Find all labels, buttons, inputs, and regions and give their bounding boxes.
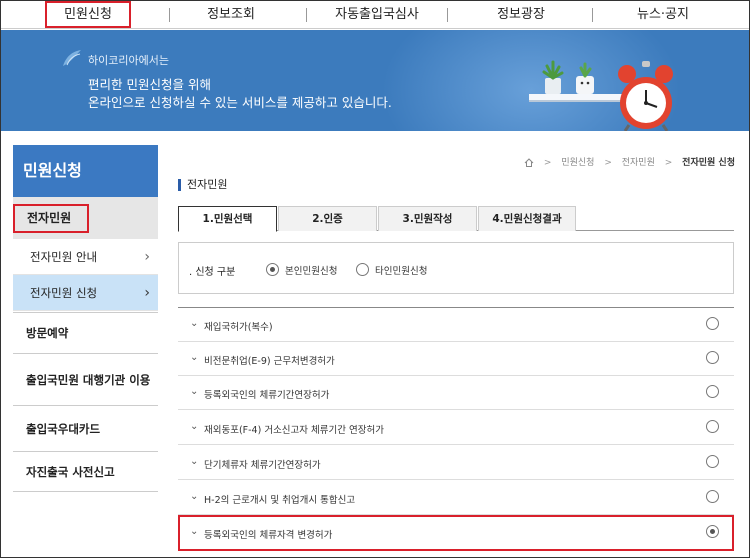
tab-auth[interactable]: 2.인증 xyxy=(278,206,377,231)
radio-other-apply-label[interactable]: 타인민원신청 xyxy=(375,263,427,277)
chevron-down-icon: ⌄ xyxy=(190,421,199,432)
breadcrumb-current: 전자민원 신청 xyxy=(682,158,735,168)
home-icon[interactable] xyxy=(524,158,534,167)
list-item[interactable]: ⌄ 단기체류자 체류기간연장허가 xyxy=(178,446,734,480)
sidebar-item-voluntary-departure[interactable]: 자진출국 사전신고 xyxy=(13,452,158,492)
banner: 하이코리아에서는 편리한 민원신청을 위해 온라인으로 신청하실 수 있는 서비… xyxy=(1,30,749,131)
chevron-right-icon: › xyxy=(144,249,150,265)
sidebar-sub-apply[interactable]: 전자민원 신청 › xyxy=(13,275,158,311)
chevron-down-icon: ⌄ xyxy=(190,456,199,467)
breadcrumb-item[interactable]: 민원신청 xyxy=(561,158,594,168)
topnav-item-info-plaza[interactable]: 정보광장 xyxy=(451,1,591,29)
sidebar-sub-label: 전자민원 신청 xyxy=(30,286,98,300)
chevron-down-icon: ⌄ xyxy=(190,386,199,397)
breadcrumb-item[interactable]: 전자민원 xyxy=(622,158,655,168)
chevron-down-icon: ⌄ xyxy=(190,352,199,363)
list-item-label: 단기체류자 체류기간연장허가 xyxy=(204,460,321,471)
topnav-item-news[interactable]: 뉴스·공지 xyxy=(593,1,733,29)
tab-write[interactable]: 3.민원작성 xyxy=(378,206,477,231)
list-item-radio[interactable] xyxy=(706,490,719,503)
sidebar-title: 민원신청 xyxy=(13,145,158,197)
list-item-radio[interactable] xyxy=(706,385,719,398)
topnav-item-auto-immigration[interactable]: 자동출입국심사 xyxy=(307,1,447,29)
list-item-label: 재외동포(F-4) 거소신고자 체류기간 연장허가 xyxy=(204,425,384,436)
banner-line-1: 편리한 민원신청을 위해 xyxy=(88,77,211,92)
chevron-down-icon: ⌄ xyxy=(190,491,199,502)
banner-line-2: 온라인으로 신청하실 수 있는 서비스를 제공하고 있습니다. xyxy=(88,95,392,110)
list-item-radio[interactable] xyxy=(706,317,719,330)
list-item[interactable]: ⌄ 재외동포(F-4) 거소신고자 체류기간 연장허가 xyxy=(178,411,734,445)
radio-self-apply-label[interactable]: 본인민원신청 xyxy=(285,263,337,277)
list-item-label: 재입국허가(복수) xyxy=(204,322,273,333)
apply-type-box: . 신청 구분 본인민원신청 타인민원신청 xyxy=(178,242,734,294)
apply-type-label: . 신청 구분 xyxy=(189,267,236,278)
list-item-selected[interactable]: ⌄ 등록외국인의 체류자격 변경허가 xyxy=(178,516,734,550)
list-item-label: 등록외국인의 체류자격 변경허가 xyxy=(204,530,333,541)
list-item[interactable]: ⌄ 비전문취업(E-9) 근무처변경허가 xyxy=(178,342,734,376)
top-nav: 민원신청 정보조회 자동출입국심사 정보광장 뉴스·공지 xyxy=(1,1,749,29)
chevron-right-icon: › xyxy=(144,285,150,301)
sidebar-item-agency[interactable]: 출입국민원 대행기관 이용 xyxy=(13,354,158,406)
radio-other-apply[interactable] xyxy=(356,263,369,276)
leaf-icon xyxy=(63,50,81,66)
section-title: 전자민원 xyxy=(178,179,227,191)
topnav-item-info[interactable]: 정보조회 xyxy=(171,1,291,29)
sidebar-sub-guide[interactable]: 전자민원 안내 › xyxy=(13,239,158,275)
list-item-radio[interactable] xyxy=(706,420,719,433)
sidebar-item-priority-card[interactable]: 출입국우대카드 xyxy=(13,406,158,452)
list-item[interactable]: ⌄ H-2의 근로개시 및 취업개시 통합신고 xyxy=(178,481,734,515)
list-item-radio[interactable] xyxy=(706,525,719,538)
topnav-separator xyxy=(447,8,448,22)
chevron-down-icon: ⌄ xyxy=(190,526,199,537)
topnav-item-apply[interactable]: 민원신청 xyxy=(45,1,131,29)
sidebar-sub-label: 전자민원 안내 xyxy=(30,250,98,264)
list-item-label: 등록외국인의 체류기간연장허가 xyxy=(204,390,330,401)
step-tabs: 1.민원선택 2.인증 3.민원작성 4.민원신청결과 xyxy=(178,206,734,232)
list-item-label: H-2의 근로개시 및 취업개시 통합신고 xyxy=(204,495,356,506)
list-item-radio[interactable] xyxy=(706,455,719,468)
banner-subtitle: 하이코리아에서는 xyxy=(88,54,169,67)
list-item[interactable]: ⌄ 등록외국인의 체류기간연장허가 xyxy=(178,376,734,410)
tab-select[interactable]: 1.민원선택 xyxy=(178,206,277,232)
breadcrumb: > 민원신청 > 전자민원 > 전자민원 신청 xyxy=(524,155,735,168)
list-item-radio[interactable] xyxy=(706,351,719,364)
chevron-down-icon: ⌄ xyxy=(190,318,199,329)
list-item-label: 비전문취업(E-9) 근무처변경허가 xyxy=(204,356,335,367)
topnav-separator xyxy=(169,8,170,22)
sidebar-current-section[interactable]: 전자민원 xyxy=(13,197,158,239)
alarm-clock-illustration xyxy=(529,60,673,131)
page-frame: 민원신청 정보조회 자동출입국심사 정보광장 뉴스·공지 하이코리아에서는 편리… xyxy=(0,0,750,558)
list-item[interactable]: ⌄ 재입국허가(복수) xyxy=(178,308,734,342)
tab-result[interactable]: 4.민원신청결과 xyxy=(478,206,576,231)
sidebar-item-visit-reservation[interactable]: 방문예약 xyxy=(13,312,158,354)
radio-self-apply[interactable] xyxy=(266,263,279,276)
